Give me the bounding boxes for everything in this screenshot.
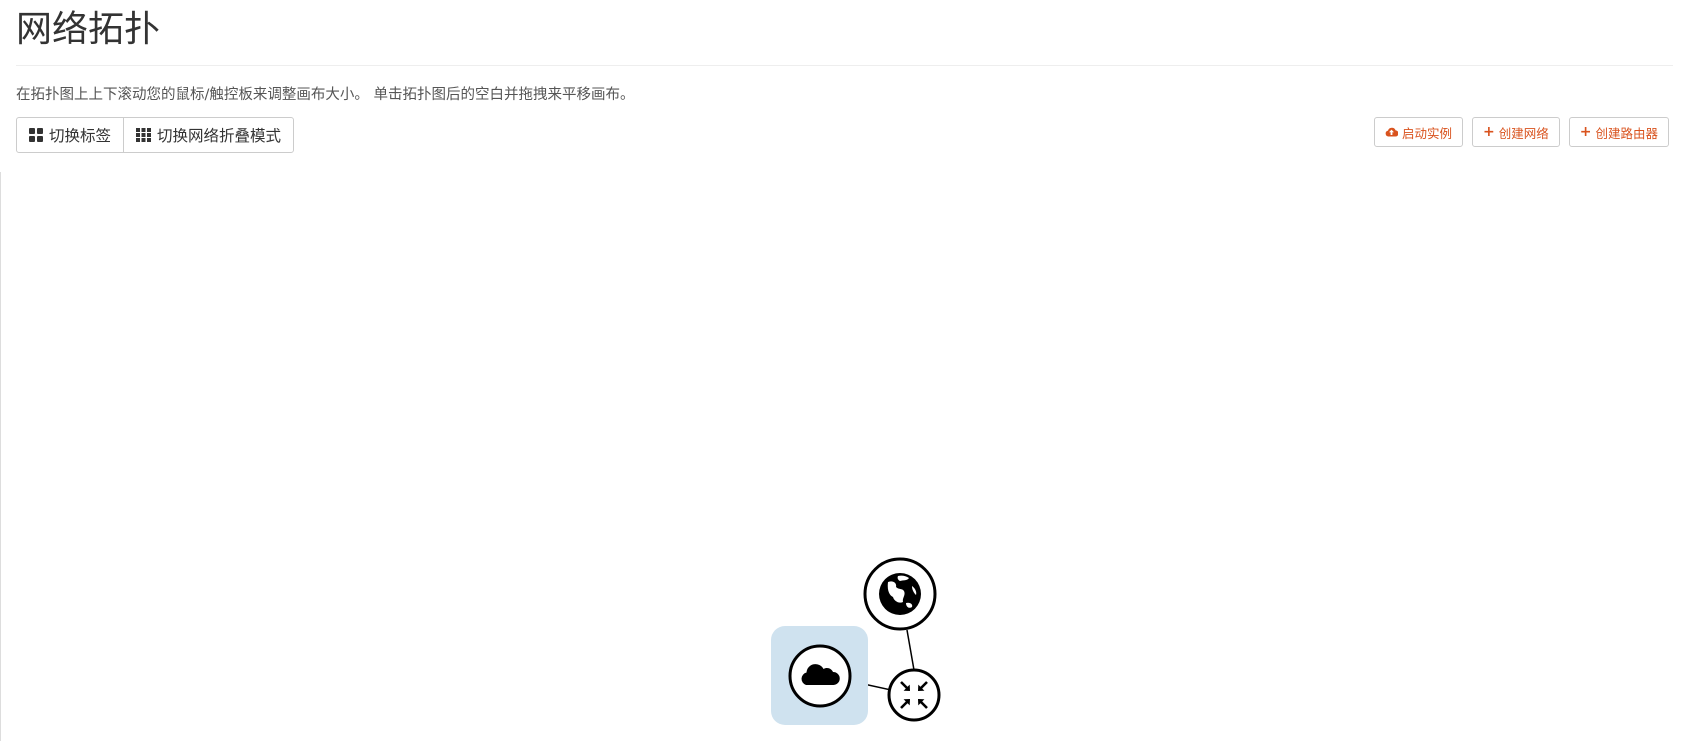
external-network-node[interactable]: [863, 557, 937, 631]
plus-icon: +: [1483, 124, 1495, 140]
toggle-network-collapse-label: 切换网络折叠模式: [157, 127, 282, 145]
help-text: 在拓扑图上上下滚动您的鼠标/触控板来调整画布大小。 单击拓扑图后的空白并拖拽来平…: [16, 87, 635, 103]
th-icon: [136, 128, 152, 142]
toggle-button-group: 切换标签 切换网络折叠模式: [16, 117, 295, 153]
create-router-label: 创建路由器: [1595, 125, 1658, 141]
topology-actions: 启动实例 + 创建网络 + 创建路由器: [1373, 117, 1669, 147]
th-large-icon: [29, 128, 43, 142]
title-divider: [16, 65, 1673, 66]
create-router-button[interactable]: + 创建路由器: [1568, 117, 1669, 147]
network-topology-page: 网络拓扑 在拓扑图上上下滚动您的鼠标/触控板来调整画布大小。 单击拓扑图后的空白…: [0, 0, 1681, 741]
link-router-external: [906, 629, 915, 671]
globe-icon: [879, 573, 921, 615]
create-network-button[interactable]: + 创建网络: [1472, 117, 1560, 147]
toggle-labels-label: 切换标签: [49, 127, 112, 145]
topology-canvas[interactable]: [0, 160, 1681, 741]
plus-icon: +: [1579, 124, 1592, 140]
launch-instance-button[interactable]: 启动实例: [1373, 117, 1463, 147]
create-network-label: 创建网络: [1498, 125, 1549, 141]
cloud-upload-icon: [1385, 125, 1399, 140]
network-node[interactable]: [771, 626, 868, 725]
page-title: 网络拓扑: [16, 9, 161, 50]
router-node[interactable]: [887, 668, 941, 722]
launch-instance-label: 启动实例: [1401, 125, 1452, 141]
toggle-network-collapse-button[interactable]: 切换网络折叠模式: [123, 117, 295, 153]
toggle-labels-button[interactable]: 切换标签: [16, 117, 125, 153]
